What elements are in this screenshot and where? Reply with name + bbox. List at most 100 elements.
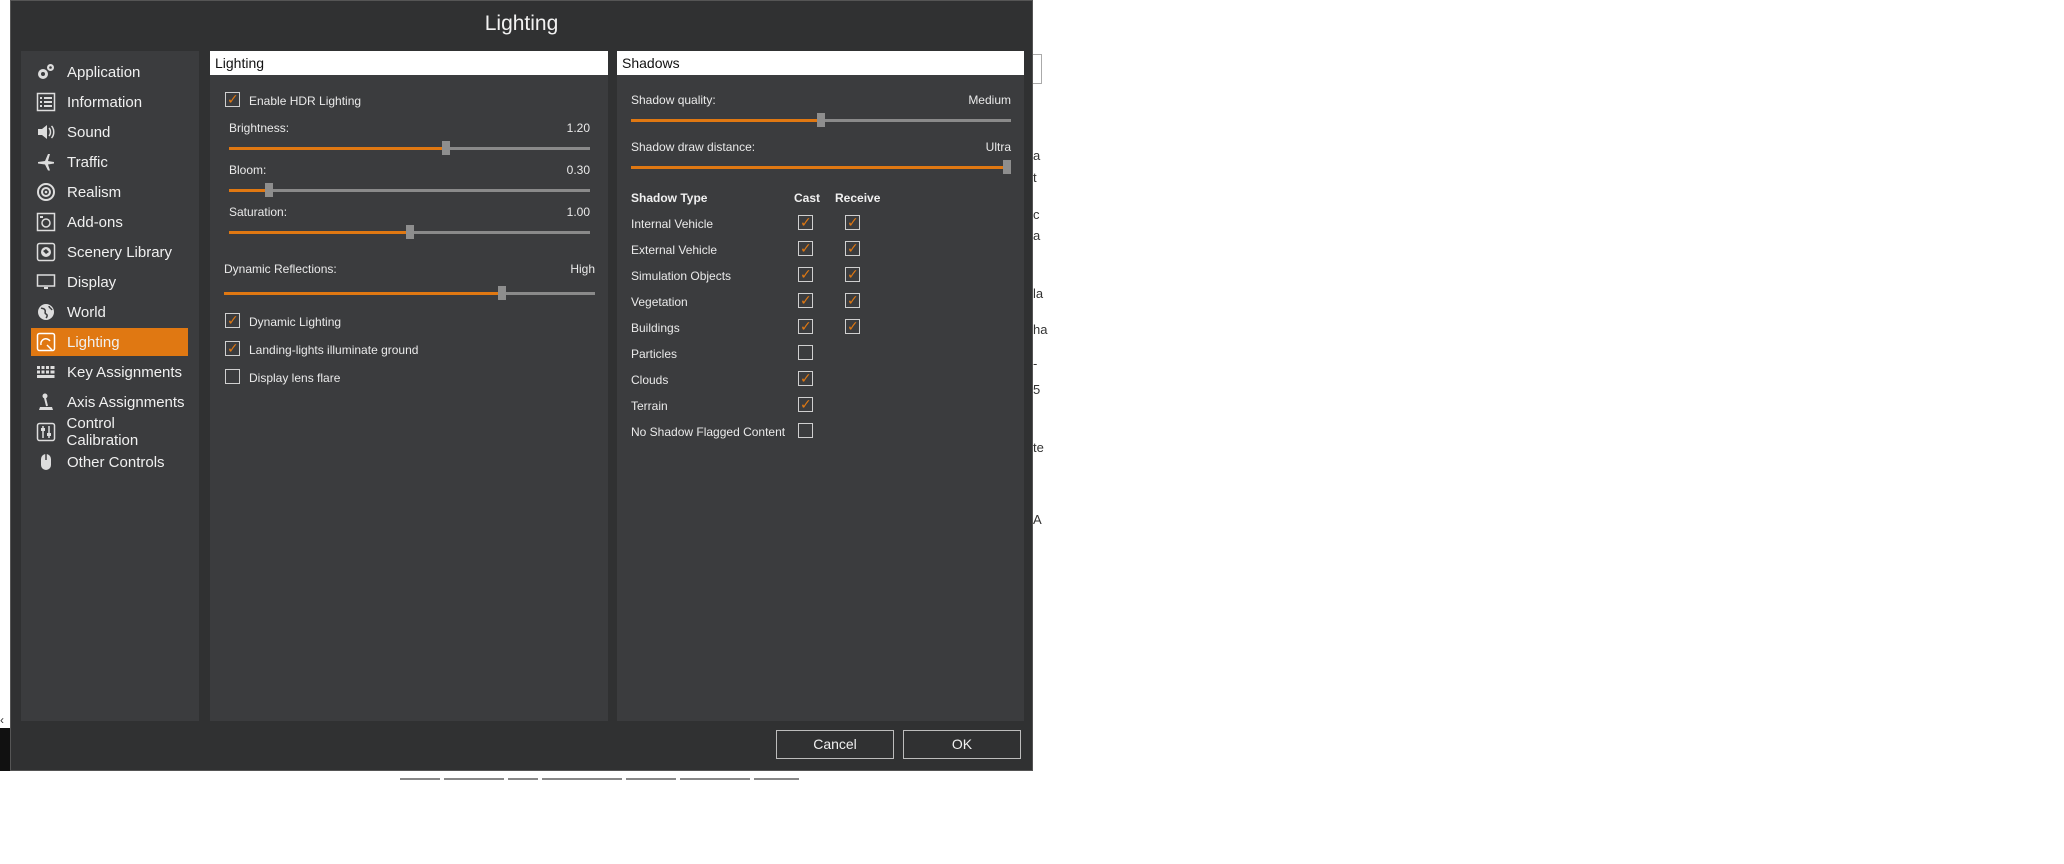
- background-document: a t c a la ha - 5 te A: [1033, 0, 1073, 864]
- bloom-slider-thumb[interactable]: [264, 183, 273, 197]
- cast-checkbox-particles[interactable]: [798, 345, 813, 360]
- receive-checkbox-internal-vehicle[interactable]: ✓: [845, 214, 860, 230]
- sidebar-item-label: Axis Assignments: [67, 393, 185, 411]
- cast-checkbox-external-vehicle[interactable]: ✓: [798, 240, 813, 256]
- shadow-row-label: No Shadow Flagged Content: [631, 425, 786, 439]
- reflections-label: Dynamic Reflections:: [224, 262, 337, 276]
- lighting-panel-header: Lighting: [210, 51, 608, 75]
- sidebar-item-other-controls[interactable]: Other Controls: [31, 448, 188, 476]
- joystick-icon: [35, 391, 57, 413]
- shadow-row-label: Simulation Objects: [631, 269, 732, 283]
- lighting-icon: [35, 331, 57, 353]
- checkmark-icon: ✓: [227, 91, 239, 107]
- checkmark-icon: ✓: [800, 266, 812, 282]
- cancel-button[interactable]: Cancel: [776, 730, 894, 759]
- shadow-quality-slider-thumb[interactable]: [817, 113, 825, 127]
- saturation-slider[interactable]: [229, 225, 590, 239]
- enable-hdr-checkbox[interactable]: ✓: [225, 91, 240, 107]
- sidebar-item-axis-assignments[interactable]: Axis Assignments: [31, 388, 188, 416]
- reflections-slider-thumb[interactable]: [498, 286, 507, 300]
- speaker-icon: [35, 121, 57, 143]
- enable-hdr-label: Enable HDR Lighting: [249, 94, 362, 108]
- cast-checkbox-terrain[interactable]: ✓: [798, 396, 813, 412]
- settings-dialog: Lighting Application Information Sound Traf…: [10, 0, 1033, 771]
- receive-checkbox-external-vehicle[interactable]: ✓: [845, 240, 860, 256]
- ok-button[interactable]: OK: [903, 730, 1021, 759]
- cast-checkbox-internal-vehicle[interactable]: ✓: [798, 214, 813, 230]
- sidebar-item-application[interactable]: Application: [31, 58, 188, 86]
- background-field: [1033, 54, 1042, 84]
- background-text: la: [1033, 286, 1044, 301]
- sidebar-item-label: Lighting: [67, 333, 120, 351]
- sidebar-item-label: Add-ons: [67, 213, 123, 231]
- shadow-row-label: External Vehicle: [631, 243, 718, 257]
- receive-checkbox-buildings[interactable]: ✓: [845, 318, 860, 334]
- dialog-title: Lighting: [484, 12, 559, 35]
- keyboard-icon: [35, 361, 57, 383]
- sidebar-item-sound[interactable]: Sound: [31, 118, 188, 146]
- shadow-quality-value: Medium: [968, 93, 1011, 107]
- shadow-row-label: Clouds: [631, 373, 669, 387]
- shadow-quality-slider[interactable]: [631, 113, 1011, 127]
- receive-header: Receive: [835, 191, 881, 205]
- bloom-slider[interactable]: [229, 183, 590, 197]
- shadow-type-header: Shadow Type: [631, 191, 708, 205]
- sidebar-item-label: Information: [67, 93, 143, 111]
- sidebar-item-world[interactable]: World: [31, 298, 188, 326]
- cast-checkbox-simulation-objects[interactable]: ✓: [798, 266, 813, 282]
- sliders-icon: [35, 421, 57, 443]
- monitor-icon: [35, 271, 57, 293]
- landing-lights-checkbox[interactable]: ✓: [225, 340, 240, 356]
- sidebar-item-add-ons[interactable]: Add-ons: [31, 208, 188, 236]
- sidebar-item-label: World: [67, 303, 106, 321]
- landing-lights-label: Landing-lights illuminate ground: [249, 343, 419, 357]
- sidebar-item-information[interactable]: Information: [31, 88, 188, 116]
- settings-sidebar: Application Information Sound Traffic Realis…: [21, 51, 199, 721]
- checkmark-icon: ✓: [800, 292, 812, 308]
- shadow-row-label: Particles: [631, 347, 678, 361]
- shadow-distance-slider[interactable]: [631, 160, 1011, 174]
- background-text-strip: [400, 770, 920, 780]
- cast-checkbox-clouds[interactable]: ✓: [798, 370, 813, 386]
- lens-flare-checkbox[interactable]: [225, 369, 240, 384]
- sidebar-item-lighting[interactable]: Lighting: [31, 328, 188, 356]
- dynamic-lighting-checkbox[interactable]: ✓: [225, 312, 240, 328]
- scenery-icon: [35, 241, 57, 263]
- shadow-distance-value: Ultra: [985, 140, 1011, 154]
- checkmark-icon: ✓: [800, 396, 812, 412]
- mouse-icon: [35, 451, 57, 473]
- reflections-slider[interactable]: [224, 286, 595, 300]
- brightness-slider-thumb[interactable]: [441, 141, 450, 155]
- bloom-value: 0.30: [566, 163, 590, 177]
- shadow-quality-label: Shadow quality:: [631, 93, 716, 107]
- globe-icon: [35, 301, 57, 323]
- brightness-slider[interactable]: [229, 141, 590, 155]
- background-text: 5: [1033, 382, 1041, 397]
- cast-header: Cast: [794, 191, 821, 205]
- shadow-distance-slider-thumb[interactable]: [1003, 160, 1011, 174]
- sidebar-item-display[interactable]: Display: [31, 268, 188, 296]
- bloom-label: Bloom:: [229, 163, 267, 177]
- cast-checkbox-no-shadow-flagged-content[interactable]: [798, 423, 813, 438]
- sidebar-item-realism[interactable]: Realism: [31, 178, 188, 206]
- lighting-panel: Lighting ✓ Enable HDR Lighting Brightnes…: [210, 51, 608, 721]
- scroll-left-icon: ‹: [0, 713, 4, 727]
- checkmark-icon: ✓: [847, 292, 859, 308]
- background-text: A: [1033, 512, 1042, 527]
- addons-icon: [35, 211, 57, 233]
- sidebar-item-scenery-library[interactable]: Scenery Library: [31, 238, 188, 266]
- checkmark-icon: ✓: [800, 240, 812, 256]
- shadows-panel: Shadows Shadow quality: Medium Shadow dr…: [617, 51, 1024, 721]
- background-text: te: [1033, 440, 1044, 455]
- sidebar-item-label: Other Controls: [67, 453, 165, 471]
- shadow-row-label: Internal Vehicle: [631, 217, 714, 231]
- cast-checkbox-buildings[interactable]: ✓: [798, 318, 813, 334]
- sidebar-item-key-assignments[interactable]: Key Assignments: [31, 358, 188, 386]
- receive-checkbox-simulation-objects[interactable]: ✓: [845, 266, 860, 282]
- sidebar-item-control-calibration[interactable]: Control Calibration: [31, 415, 188, 449]
- receive-checkbox-vegetation[interactable]: ✓: [845, 292, 860, 308]
- checkmark-icon: ✓: [847, 266, 859, 282]
- cast-checkbox-vegetation[interactable]: ✓: [798, 292, 813, 308]
- saturation-slider-thumb[interactable]: [405, 225, 414, 239]
- sidebar-item-traffic[interactable]: Traffic: [31, 148, 188, 176]
